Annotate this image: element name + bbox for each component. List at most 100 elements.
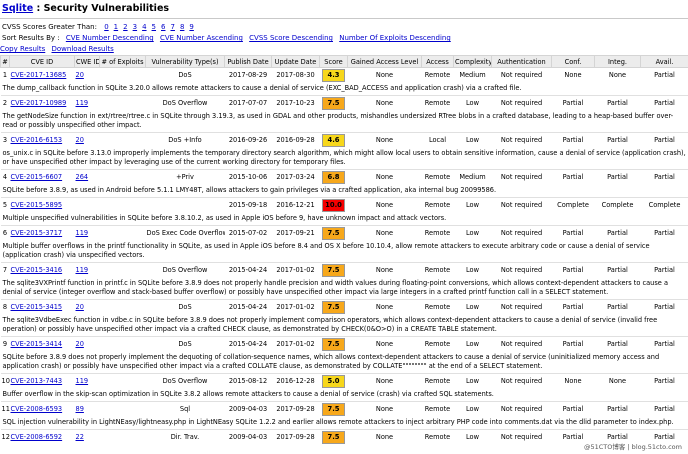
integrity-impact: Partial — [607, 433, 628, 441]
access-vector: Remote — [424, 201, 451, 209]
cvss-filter-link[interactable]: 4 — [142, 23, 146, 31]
complexity: Low — [466, 377, 479, 385]
gained-access: None — [375, 405, 394, 413]
cwe-id-link[interactable]: 119 — [76, 266, 89, 274]
col-header-publish-date[interactable]: Publish Date — [224, 55, 272, 68]
cvss-filter-link[interactable]: 1 — [114, 23, 118, 31]
sort-cve-desc-link[interactable]: CVE Number Descending — [66, 34, 154, 42]
vuln-summary: SQLite before 3.8.9 does not properly im… — [0, 351, 688, 374]
title-separator: : — [36, 3, 41, 14]
access-vector: Remote — [424, 303, 451, 311]
col-header-update-date[interactable]: Update Date — [271, 55, 320, 68]
sort-exploits-desc-link[interactable]: Number Of Exploits Descending — [339, 34, 451, 42]
table-row-summary: SQLite before 3.8.9 does not properly im… — [0, 351, 688, 374]
cve-id-link[interactable]: CVE-2015-3415 — [11, 303, 63, 311]
row-number: 3 — [2, 136, 8, 144]
cvss-filter-link[interactable]: 7 — [170, 23, 174, 31]
publish-date: 2017-07-07 — [228, 99, 268, 107]
col-header-access[interactable]: Access — [421, 55, 454, 68]
cvss-filter-link[interactable]: 0 — [104, 23, 108, 31]
publish-date: 2015-08-12 — [228, 377, 268, 385]
cve-id-link[interactable]: CVE-2015-3416 — [11, 266, 63, 274]
col-header-gained-access[interactable]: Gained Access Level — [347, 55, 422, 68]
cwe-id-link[interactable]: 89 — [76, 405, 84, 413]
cve-id-link[interactable]: CVE-2015-3414 — [11, 340, 63, 348]
col-header-integ[interactable]: Integ. — [594, 55, 641, 68]
gained-access: None — [375, 71, 394, 79]
cvss-filter-link[interactable]: 8 — [180, 23, 184, 31]
cve-id-link[interactable]: CVE-2015-3717 — [11, 229, 63, 237]
cvss-filter-link[interactable]: 9 — [189, 23, 193, 31]
update-date: 2017-01-02 — [276, 340, 315, 348]
cve-id-link[interactable]: CVE-2013-7443 — [11, 377, 63, 385]
col-header-authentication[interactable]: Authentication — [491, 55, 552, 68]
gained-access: None — [375, 303, 394, 311]
sort-cvss-desc-link[interactable]: CVSS Score Descending — [249, 34, 333, 42]
sort-cve-asc-link[interactable]: CVE Number Ascending — [160, 34, 243, 42]
col-header-avail[interactable]: Avail. — [640, 55, 688, 68]
cwe-id-link[interactable]: 119 — [76, 99, 89, 107]
row-number: 9 — [2, 340, 8, 348]
download-results-link[interactable]: Download Results — [52, 45, 114, 53]
confidentiality-impact: Partial — [562, 266, 584, 274]
col-header-cwe-id[interactable]: CWE ID — [74, 55, 100, 68]
col-header-conf[interactable]: Conf. — [551, 55, 595, 68]
cve-id-link[interactable]: CVE-2017-13685 — [11, 71, 67, 79]
cve-id-link[interactable]: CVE-2017-10989 — [11, 99, 67, 107]
publish-date: 2017-08-29 — [228, 71, 268, 79]
vuln-summary: Multiple buffer overflows in the printf … — [0, 240, 688, 263]
cve-id-link[interactable]: CVE-2008-6592 — [11, 433, 63, 441]
col-header-cve-id[interactable]: CVE ID — [9, 55, 75, 68]
update-date: 2016-12-21 — [276, 201, 315, 209]
cwe-id-link[interactable]: 22 — [76, 433, 84, 441]
access-vector: Local — [428, 136, 447, 144]
export-links: Copy Results Download Results — [0, 45, 118, 53]
table-row-summary: Buffer overflow in the skip-scan optimiz… — [0, 388, 688, 402]
availability-impact: Partial — [654, 377, 675, 385]
sort-label: Sort Results By : — [2, 34, 60, 42]
col-header-exploits[interactable]: # of Exploits — [99, 55, 146, 68]
update-date: 2016-09-28 — [276, 136, 315, 144]
vendor-link[interactable]: Sqlite — [2, 3, 33, 14]
col-header-score[interactable]: Score — [319, 55, 348, 68]
integrity-impact: Partial — [607, 340, 628, 348]
cwe-id-link[interactable]: 20 — [76, 303, 84, 311]
cvss-filter-link[interactable]: 6 — [161, 23, 165, 31]
table-row: 5 CVE-2015-5895 2015-09-18 2016-12-21 10.0 No… — [0, 197, 688, 212]
cve-id-link[interactable]: CVE-2016-6153 — [11, 136, 63, 144]
vuln-summary: Buffer overflow in the skip-scan optimiz… — [0, 388, 688, 402]
col-header-vuln-type[interactable]: Vulnerability Type(s) — [145, 55, 225, 68]
cve-id-link[interactable]: CVE-2015-5895 — [11, 201, 63, 209]
page-header: Sqlite : Security Vulnerabilities — [0, 0, 688, 19]
confidentiality-impact: Partial — [562, 229, 584, 237]
vuln-type: DoS Overflow — [162, 377, 208, 385]
integrity-impact: Partial — [607, 136, 628, 144]
cvss-filter-link[interactable]: 3 — [133, 23, 137, 31]
complexity: Low — [466, 136, 479, 144]
cwe-id-link[interactable]: 20 — [76, 136, 84, 144]
update-date: 2016-12-28 — [276, 377, 315, 385]
cve-id-link[interactable]: CVE-2015-6607 — [11, 173, 63, 181]
authentication: Not required — [500, 340, 543, 348]
col-header-complexity[interactable]: Complexity — [453, 55, 492, 68]
cwe-id-link[interactable]: 119 — [76, 229, 89, 237]
cwe-id-link[interactable]: 119 — [76, 377, 89, 385]
authentication: Not required — [500, 136, 543, 144]
authentication: Not required — [500, 99, 543, 107]
authentication: Not required — [500, 303, 543, 311]
cvss-filter-link[interactable]: 2 — [123, 23, 127, 31]
table-header-row: # CVE ID CWE ID # of Exploits Vulnerabil… — [0, 55, 688, 68]
col-header-num[interactable]: # — [0, 55, 10, 68]
cwe-id-link[interactable]: 20 — [76, 71, 84, 79]
table-row-summary: The getNodeSize function in ext/rtree/rt… — [0, 110, 688, 133]
cve-id-link[interactable]: CVE-2008-6593 — [11, 405, 63, 413]
availability-impact: Partial — [654, 136, 675, 144]
copy-results-link[interactable]: Copy Results — [0, 45, 45, 53]
complexity: Medium — [459, 71, 486, 79]
cwe-id-link[interactable]: 264 — [76, 173, 89, 181]
availability-impact: Partial — [654, 433, 675, 441]
cwe-id-link[interactable]: 20 — [76, 340, 84, 348]
cvss-filter-link[interactable]: 5 — [152, 23, 156, 31]
row-number: 11 — [1, 405, 10, 413]
complexity: Low — [466, 340, 479, 348]
